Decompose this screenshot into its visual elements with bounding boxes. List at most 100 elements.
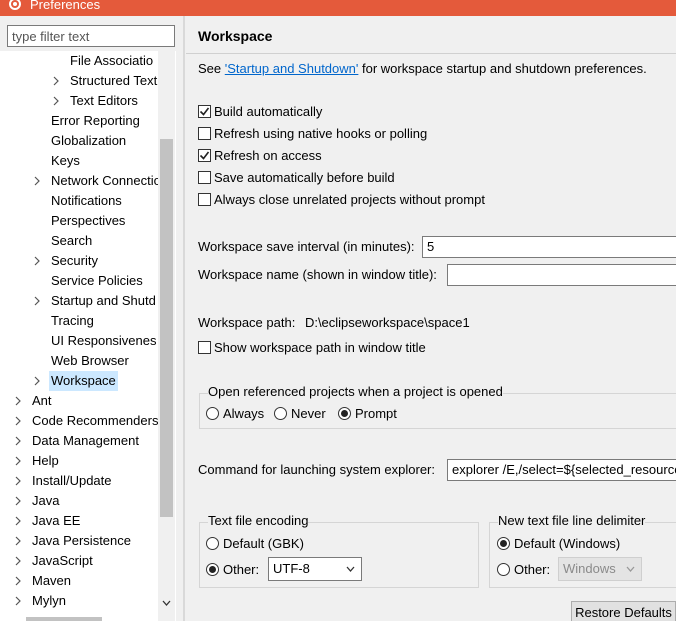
tree-item[interactable]: Globalization <box>0 131 158 151</box>
checkmark-icon[interactable] <box>198 149 211 162</box>
tree-item[interactable]: Perspectives <box>0 211 158 231</box>
tree-item-label: Code Recommenders <box>32 413 159 428</box>
tree-item[interactable]: UI Responsivenes <box>0 331 158 351</box>
checkbox-box[interactable] <box>198 171 211 184</box>
checkbox-box[interactable] <box>198 341 211 354</box>
checkbox-box[interactable] <box>198 127 211 140</box>
tree-item-label: Web Browser <box>51 353 129 368</box>
option-label: Refresh on access <box>214 148 322 163</box>
chevron-right-icon[interactable] <box>13 411 23 431</box>
tree-item[interactable]: Security <box>0 251 158 271</box>
tree-item[interactable]: File Associatio <box>0 51 158 71</box>
chevron-right-icon[interactable] <box>51 71 61 91</box>
tree-item[interactable]: Structured Text <box>0 71 158 91</box>
chevron-right-icon[interactable] <box>13 551 23 571</box>
radio-dot[interactable] <box>497 563 510 576</box>
chevron-down-icon <box>626 566 635 572</box>
startup-shutdown-link[interactable]: 'Startup and Shutdown' <box>225 61 359 76</box>
show-path-label: Show workspace path in window title <box>214 340 426 355</box>
explorer-command-input[interactable]: explorer /E,/select=${selected_resource_… <box>447 459 676 481</box>
tree-item[interactable]: Maven <box>0 571 158 591</box>
tree-item-label: Perspectives <box>51 213 126 228</box>
chevron-down-icon <box>346 566 355 572</box>
tree-item-label: Help <box>32 453 59 468</box>
scroll-down-icon[interactable] <box>161 598 172 609</box>
scrollbar-thumb[interactable] <box>160 139 173 517</box>
tree-item[interactable]: Text Editors <box>0 91 158 111</box>
tree-item[interactable]: Ant <box>0 391 158 411</box>
chevron-right-icon[interactable] <box>32 251 42 271</box>
preference-tree[interactable]: File Associatio Structured Text Text Edito… <box>0 51 176 621</box>
chevron-right-icon[interactable] <box>32 291 42 311</box>
chevron-right-icon[interactable] <box>32 371 42 391</box>
title-bar: Preferences <box>0 0 676 16</box>
radio-dot[interactable] <box>206 407 219 420</box>
tree-item[interactable]: Service Policies <box>0 271 158 291</box>
tree-item-label: Keys <box>51 153 80 168</box>
tree-item-label: Mylyn <box>32 593 66 608</box>
filter-input[interactable] <box>7 25 175 47</box>
tree-item[interactable]: Search <box>0 231 158 251</box>
tree-item-label: Java Persistence <box>32 533 131 548</box>
chevron-right-icon[interactable] <box>13 591 23 611</box>
radio-dot[interactable] <box>338 407 351 420</box>
tree-item[interactable]: Network Connectio <box>0 171 161 191</box>
chevron-right-icon[interactable] <box>13 531 23 551</box>
option-label: Refresh using native hooks or polling <box>214 126 428 141</box>
tree-item-label: Maven <box>32 573 72 588</box>
radio-dot[interactable] <box>497 537 510 550</box>
encoding-select[interactable]: UTF-8 <box>268 557 362 581</box>
tree-item[interactable]: Data Management <box>0 431 158 451</box>
tree-item-label: Workspace <box>49 371 118 391</box>
chevron-right-icon[interactable] <box>51 91 61 111</box>
chevron-right-icon[interactable] <box>13 571 23 591</box>
tree-item-label: File Associatio <box>70 53 154 68</box>
pane-divider[interactable] <box>183 16 185 621</box>
tree-item[interactable]: Java EE <box>0 511 158 531</box>
delimiter-label: New text file line delimiter <box>498 513 646 528</box>
tree-item[interactable]: Notifications <box>0 191 158 211</box>
save-interval-input[interactable]: 5 <box>422 236 676 258</box>
tree-item[interactable]: JavaScript <box>0 551 158 571</box>
chevron-right-icon[interactable] <box>13 491 23 511</box>
tree-item-label: Tracing <box>51 313 94 328</box>
tree-item-label: Search <box>51 233 93 248</box>
tree-item[interactable]: Install/Update <box>0 471 158 491</box>
restore-defaults-button[interactable]: Restore Defaults <box>571 601 676 621</box>
chevron-right-icon[interactable] <box>13 391 23 411</box>
chevron-right-icon[interactable] <box>32 171 42 191</box>
window-title: Preferences <box>30 0 101 12</box>
chevron-right-icon[interactable] <box>13 511 23 531</box>
checkmark-icon[interactable] <box>198 105 211 118</box>
workspace-name-input[interactable] <box>447 264 676 286</box>
chevron-right-icon[interactable] <box>13 431 23 451</box>
radio-label: Never <box>291 406 326 421</box>
tree-item[interactable]: Java <box>0 491 158 511</box>
radio-dot[interactable] <box>206 563 219 576</box>
tree-item[interactable]: Mylyn <box>0 591 158 611</box>
save-interval-label: Workspace save interval (in minutes): <box>198 239 415 254</box>
delimiter-select[interactable]: Windows <box>558 557 642 581</box>
radio-dot[interactable] <box>274 407 287 420</box>
tree-item[interactable]: Workspace <box>0 371 158 391</box>
tree-item[interactable]: Keys <box>0 151 158 171</box>
tree-item-label: Java <box>32 493 60 508</box>
tree-item-label: Ant <box>32 393 52 408</box>
tree-scrollbar[interactable] <box>158 51 175 621</box>
chevron-right-icon[interactable] <box>13 451 23 471</box>
tree-item[interactable]: Startup and Shutd <box>0 291 158 311</box>
tree-item[interactable]: Code Recommenders <box>0 411 158 431</box>
checkbox-box[interactable] <box>198 193 211 206</box>
tree-item-label: Service Policies <box>51 273 143 288</box>
tree-item[interactable]: Help <box>0 451 158 471</box>
tree-item[interactable]: Error Reporting <box>0 111 158 131</box>
horizontal-scrollbar-thumb[interactable] <box>26 617 102 621</box>
tree-item-label: UI Responsivenes <box>51 333 157 348</box>
tree-item[interactable]: Tracing <box>0 311 158 331</box>
workspace-path-label: Workspace path: <box>198 315 296 330</box>
tree-item[interactable]: Java Persistence <box>0 531 158 551</box>
tree-item[interactable]: Web Browser <box>0 351 158 371</box>
tree-item-label: JavaScript <box>32 553 93 568</box>
chevron-right-icon[interactable] <box>13 471 23 491</box>
radio-dot[interactable] <box>206 537 219 550</box>
